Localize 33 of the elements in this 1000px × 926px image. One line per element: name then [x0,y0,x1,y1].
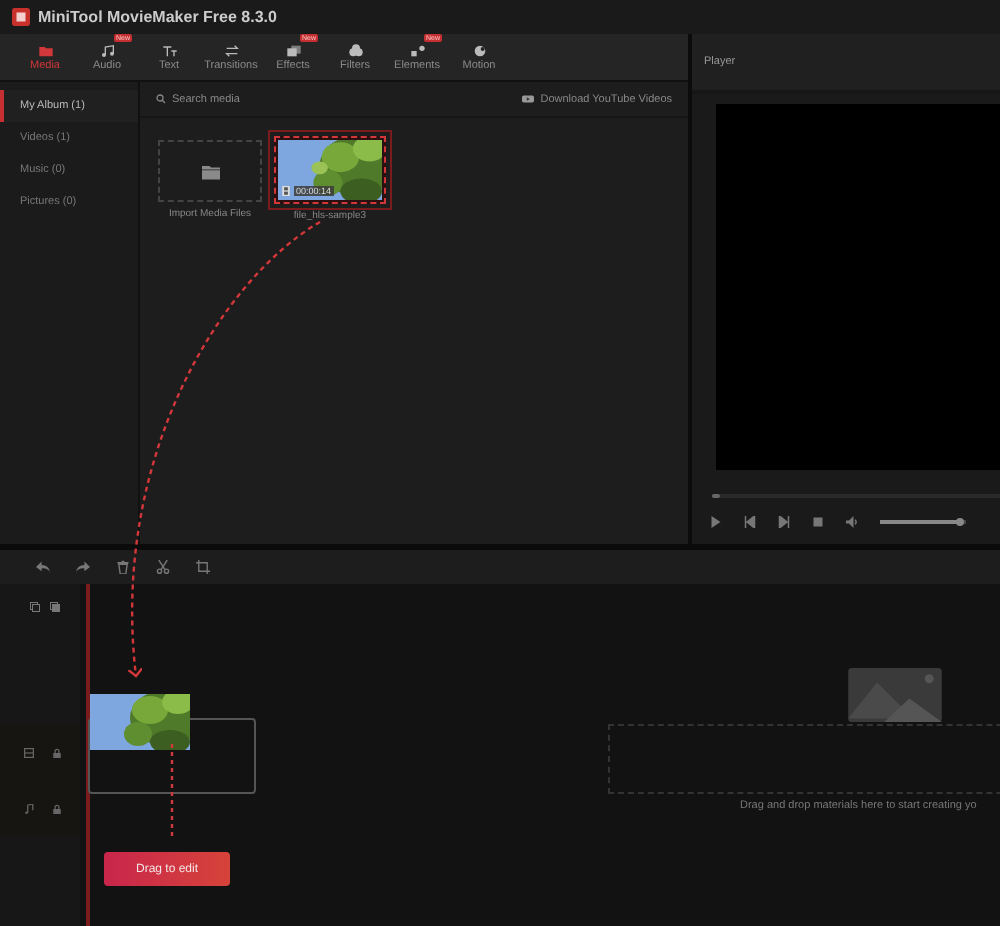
image-placeholder-icon [844,668,946,722]
transitions-icon [223,43,239,57]
copy-track-icon[interactable] [50,602,60,612]
effects-icon [285,43,301,57]
film-icon [24,747,34,757]
film-icon [282,186,290,196]
elements-icon [409,43,425,57]
add-track-icon[interactable] [30,602,40,612]
lock-icon[interactable] [52,747,62,757]
previous-icon[interactable] [744,516,756,528]
delete-icon[interactable] [116,560,130,574]
undo-icon[interactable] [36,560,50,574]
music-icon [24,803,34,813]
text-icon [161,43,177,57]
stop-icon[interactable] [812,516,824,528]
crop-icon[interactable] [196,560,210,574]
window-title: MiniTool MovieMaker Free 8.3.0 [38,8,277,26]
volume-icon[interactable] [846,516,858,528]
scissors-icon[interactable] [156,560,170,574]
video-icon [522,94,535,104]
play-icon[interactable] [710,516,722,528]
search-icon [156,94,166,104]
lock-icon[interactable] [52,803,62,813]
folder-icon [201,163,219,179]
redo-icon[interactable] [76,560,90,574]
motion-icon [471,43,487,57]
media-icon [37,43,53,57]
next-icon[interactable] [778,516,790,528]
audio-icon [99,43,115,57]
app-logo-icon [12,8,30,26]
import-media-button[interactable] [158,140,262,202]
filters-icon [347,43,363,57]
dashed-line [170,744,174,836]
